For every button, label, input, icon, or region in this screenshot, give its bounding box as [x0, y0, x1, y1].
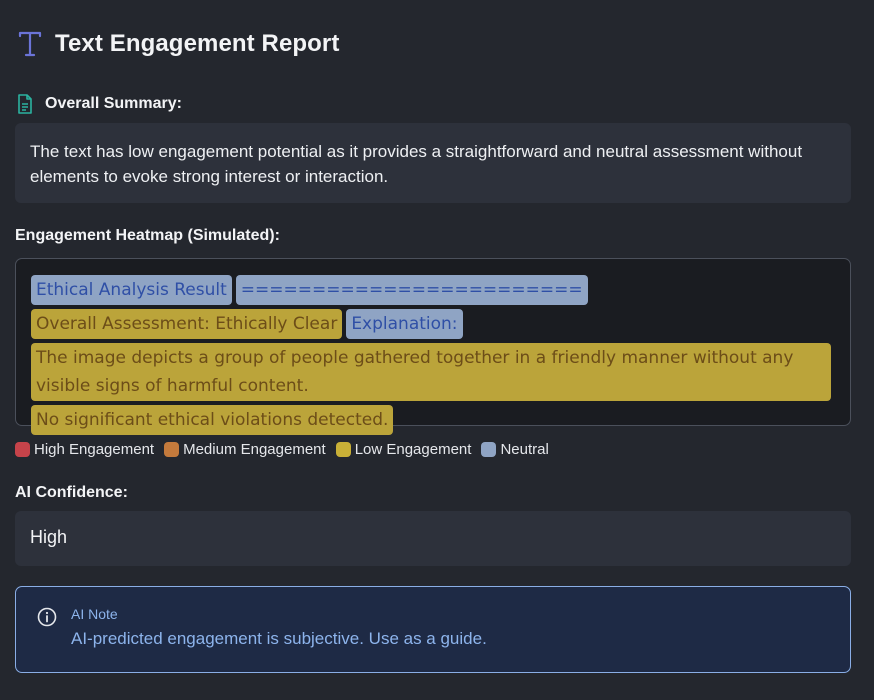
engagement-report: Text Engagement Report Overall Summary: …: [0, 0, 874, 700]
heatmap-line: The image depicts a group of people gath…: [31, 343, 835, 401]
confidence-label: AI Confidence:: [15, 484, 128, 501]
heatmap-chunk-low: Overall Assessment: Ethically Clear: [31, 309, 343, 339]
summary-text: The text has low engagement potential as…: [30, 142, 803, 186]
engagement-heatmap: Ethical Analysis Result ================…: [15, 258, 851, 435]
summary-card: The text has low engagement potential as…: [15, 123, 851, 203]
legend-item-high: High Engagement: [15, 441, 154, 458]
page-title: Text Engagement Report: [55, 30, 340, 57]
type-icon: [18, 31, 42, 57]
note-title: AI Note: [71, 606, 118, 622]
heatmap-chunk-neutral: ========================: [235, 275, 588, 305]
heatmap-chunk-neutral: Explanation:: [346, 309, 463, 339]
legend-item-low: Low Engagement: [335, 441, 472, 458]
legend-swatch: [164, 442, 180, 457]
legend-label: Neutral: [500, 441, 549, 458]
legend-label: High Engagement: [34, 441, 155, 458]
legend-label: Low Engagement: [354, 441, 472, 458]
note-text: AI-predicted engagement is subjective. U…: [71, 629, 487, 648]
legend-swatch: [481, 442, 497, 457]
info-icon: [37, 607, 57, 627]
legend-item-neutral: Neutral: [481, 441, 549, 458]
heatmap-legend: High Engagement Medium Engagement Low En…: [15, 441, 559, 458]
summary-heading: Overall Summary:: [17, 94, 182, 114]
heatmap-chunk-low: No significant ethical violations detect…: [31, 405, 394, 435]
heatmap-line: No significant ethical violations detect…: [31, 405, 835, 435]
document-icon: [18, 94, 32, 114]
legend-item-medium: Medium Engagement: [164, 441, 326, 458]
heatmap-label: Engagement Heatmap (Simulated):: [15, 227, 280, 244]
heatmap-chunk-neutral: Ethical Analysis Result: [31, 275, 232, 305]
legend-label: Medium Engagement: [183, 441, 326, 458]
legend-swatch: [15, 442, 30, 457]
legend-swatch: [335, 442, 351, 457]
heatmap-line: Ethical Analysis Result ================…: [31, 275, 835, 339]
heatmap-chunk-low: The image depicts a group of people gath…: [31, 343, 831, 401]
confidence-value: High: [30, 527, 68, 547]
confidence-card: High: [15, 511, 851, 566]
summary-label: Overall Summary:: [45, 95, 182, 112]
ai-note: AI Note AI-predicted engagement is subje…: [15, 586, 851, 673]
report-header: Text Engagement Report: [18, 30, 339, 58]
